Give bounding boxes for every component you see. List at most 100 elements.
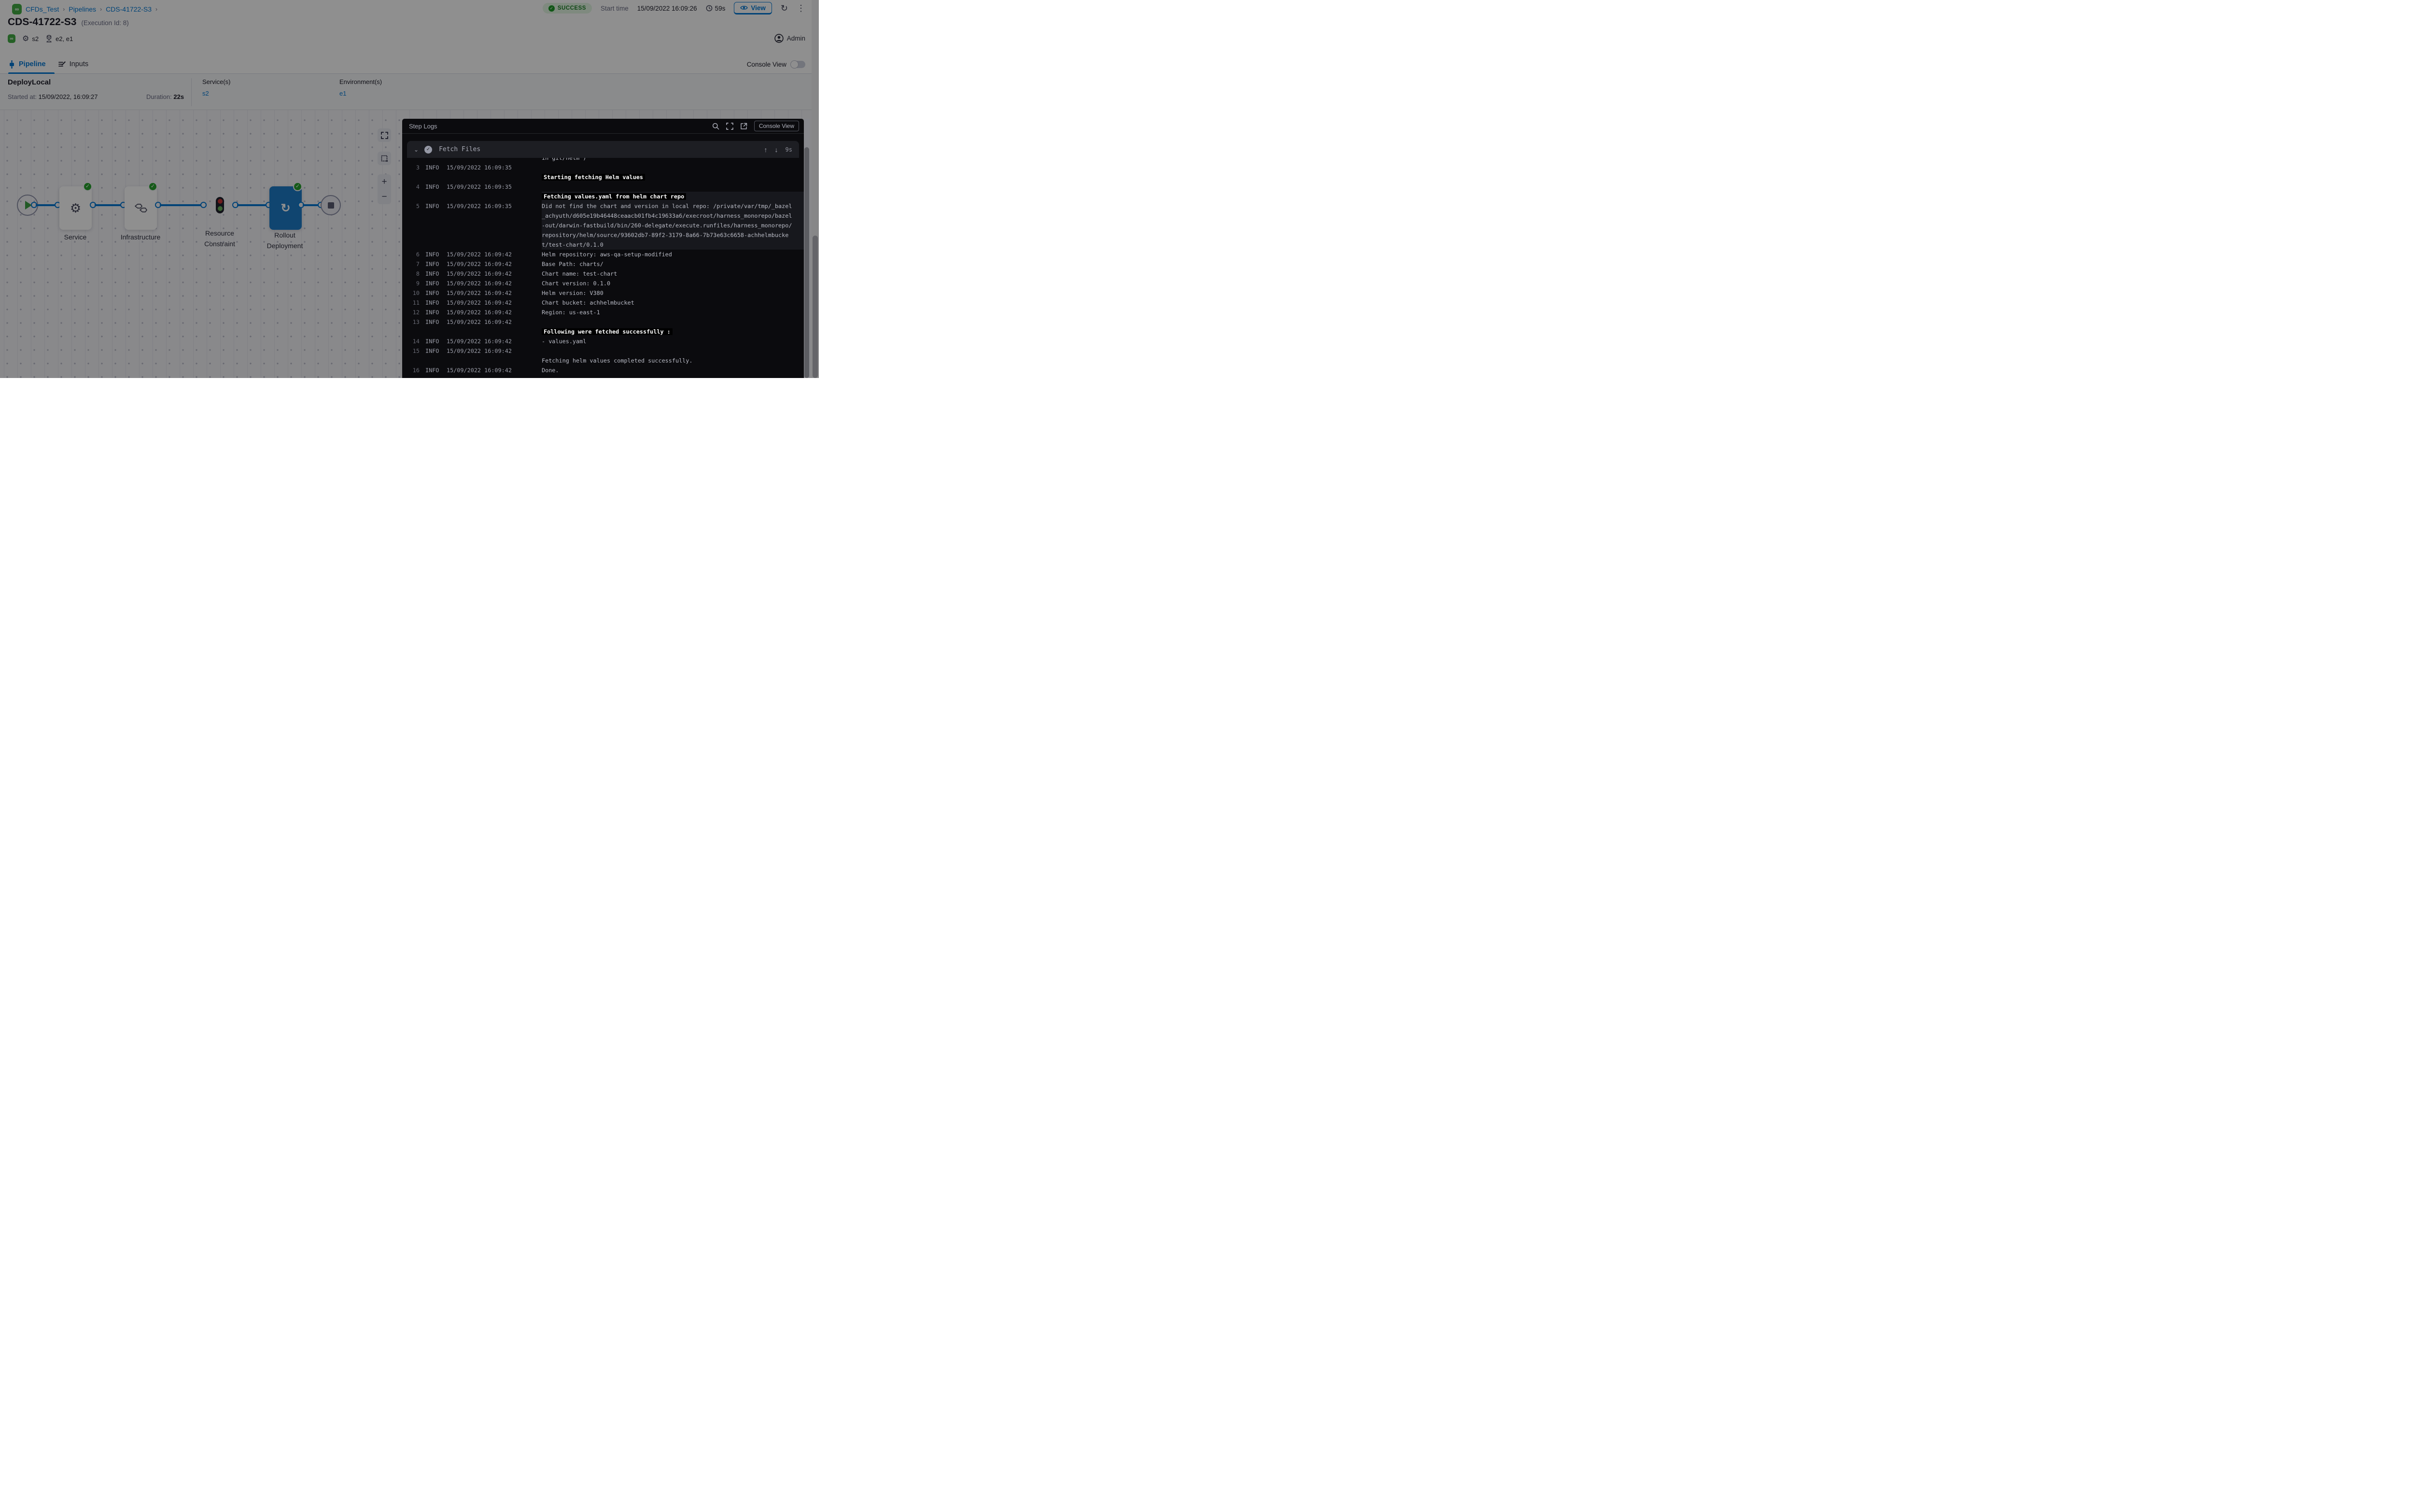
log-level: INFO <box>425 317 444 327</box>
log-message-highlight: Starting fetching Helm values <box>542 174 645 181</box>
log-row: in git/helm ) <box>407 158 804 163</box>
log-message <box>542 346 804 356</box>
log-message: _achyuth/d605e19b46448ceaacb01fb4c19633a… <box>542 211 804 221</box>
log-lines[interactable]: in git/helm )3INFO15/09/2022 16:09:35Sta… <box>402 158 804 378</box>
log-line-number: 6 <box>407 250 420 259</box>
log-line-number: 7 <box>407 259 420 269</box>
log-level: INFO <box>425 308 444 317</box>
log-message: Region: us-east-1 <box>542 308 804 317</box>
log-line-number: 4 <box>407 182 420 192</box>
log-line-number: 9 <box>407 279 420 288</box>
log-timestamp: 15/09/2022 16:09:42 <box>447 317 520 327</box>
log-row: 10INFO15/09/2022 16:09:42Helm version: V… <box>407 288 804 298</box>
log-message-highlight: Following were fetched successfully : <box>542 328 673 335</box>
log-line-number <box>407 221 420 230</box>
log-message: Base Path: charts/ <box>542 259 804 269</box>
log-message: Done. <box>542 365 804 375</box>
log-message: Starting fetching Helm values <box>542 172 804 182</box>
log-timestamp: 15/09/2022 16:09:42 <box>447 298 520 308</box>
log-scrollbar[interactable] <box>804 119 810 378</box>
log-timestamp: 15/09/2022 16:09:42 <box>447 365 520 375</box>
log-level: INFO <box>425 288 444 298</box>
log-row: 9 INFO15/09/2022 16:09:42 Chart version: 0… <box>407 279 804 288</box>
log-level <box>425 211 444 221</box>
log-level <box>425 172 444 182</box>
log-line-number: 11 <box>407 298 420 308</box>
log-message-highlight: Fetching values.yaml from helm chart rep… <box>542 193 686 200</box>
chevron-down-icon[interactable]: ⌄ <box>414 146 419 153</box>
log-message <box>542 163 804 172</box>
log-timestamp: 15/09/2022 16:09:35 <box>447 163 520 172</box>
log-row: _achyuth/d605e19b46448ceaacb01fb4c19633a… <box>407 211 804 221</box>
console-view-button[interactable]: Console View <box>754 121 799 131</box>
log-timestamp <box>447 172 520 182</box>
log-timestamp: 15/09/2022 16:09:35 <box>447 201 520 211</box>
log-level: INFO <box>425 298 444 308</box>
open-in-new-icon[interactable] <box>740 123 747 130</box>
log-level <box>425 158 444 163</box>
spacer <box>402 134 804 141</box>
log-line-number <box>407 356 420 365</box>
log-message: Chart name: test-chart <box>542 269 804 279</box>
log-line-number <box>407 158 420 163</box>
log-level <box>425 356 444 365</box>
log-line-number <box>407 240 420 250</box>
log-timestamp <box>447 230 520 240</box>
log-timestamp: 15/09/2022 16:09:42 <box>447 269 520 279</box>
log-line-number: 16 <box>407 365 420 375</box>
log-message: t/test-chart/0.1.0 <box>542 240 804 250</box>
step-logs-title: Step Logs <box>409 123 712 130</box>
log-level: INFO <box>425 201 444 211</box>
log-line-number: 3 <box>407 163 420 172</box>
pipeline-execution-page: ∞ CFDs_Test › Pipelines › CDS-41722-S3 ›… <box>0 0 819 378</box>
log-level <box>425 192 444 201</box>
log-timestamp: 15/09/2022 16:09:35 <box>447 182 520 192</box>
scroll-to-top-icon[interactable]: ↑ <box>764 146 768 154</box>
log-timestamp <box>447 221 520 230</box>
log-message: Following were fetched successfully : <box>542 327 804 336</box>
scroll-to-bottom-icon[interactable]: ↓ <box>775 146 778 154</box>
log-row: t/test-chart/0.1.0 <box>407 240 804 250</box>
log-row: 16 INFO15/09/2022 16:09:42 Done. <box>407 365 804 375</box>
log-line-number <box>407 172 420 182</box>
log-row: Following were fetched successfully : <box>407 327 804 336</box>
log-scrollbar-thumb[interactable] <box>804 147 809 378</box>
log-level: INFO <box>425 259 444 269</box>
expand-icon[interactable] <box>726 123 733 130</box>
log-level <box>425 221 444 230</box>
log-level: INFO <box>425 279 444 288</box>
log-message <box>542 182 804 192</box>
log-row: 14INFO15/09/2022 16:09:42- values.yaml <box>407 336 804 346</box>
log-level: INFO <box>425 365 444 375</box>
log-row: 15INFO15/09/2022 16:09:42 <box>407 346 804 356</box>
log-timestamp: 15/09/2022 16:09:42 <box>447 308 520 317</box>
log-level: INFO <box>425 269 444 279</box>
log-message: Chart bucket: achhelmbucket <box>542 298 804 308</box>
log-message: Fetching values.yaml from helm chart rep… <box>542 192 804 201</box>
log-row: Fetching values.yaml from helm chart rep… <box>407 192 804 201</box>
log-message: in git/helm ) <box>542 158 804 163</box>
log-timestamp: 15/09/2022 16:09:42 <box>447 279 520 288</box>
log-level <box>425 230 444 240</box>
log-message: Fetching helm values completed successfu… <box>542 356 804 365</box>
log-message: - values.yaml <box>542 336 804 346</box>
log-message: -out/darwin-fastbuild/bin/260-delegate/e… <box>542 221 804 230</box>
log-level <box>425 240 444 250</box>
log-timestamp: 15/09/2022 16:09:42 <box>447 259 520 269</box>
log-message: repository/helm/source/93602db7-89f2-317… <box>542 230 804 240</box>
log-message: Did not find the chart and version in lo… <box>542 201 804 211</box>
log-row: -out/darwin-fastbuild/bin/260-delegate/e… <box>407 221 804 230</box>
log-line-number: 8 <box>407 269 420 279</box>
log-row: 13INFO15/09/2022 16:09:42 <box>407 317 804 327</box>
log-timestamp <box>447 192 520 201</box>
log-row: repository/helm/source/93602db7-89f2-317… <box>407 230 804 240</box>
log-line-number <box>407 211 420 221</box>
log-message: Helm repository: aws-qa-setup-modified <box>542 250 804 259</box>
log-line-number <box>407 327 420 336</box>
search-icon[interactable] <box>712 123 719 130</box>
log-message: Chart version: 0.1.0 <box>542 279 804 288</box>
log-level: INFO <box>425 250 444 259</box>
log-timestamp: 15/09/2022 16:09:42 <box>447 346 520 356</box>
log-line-number: 12 <box>407 308 420 317</box>
fetch-files-section-header[interactable]: ⌄ ✓ Fetch Files ↑ ↓ 9s <box>407 141 799 158</box>
